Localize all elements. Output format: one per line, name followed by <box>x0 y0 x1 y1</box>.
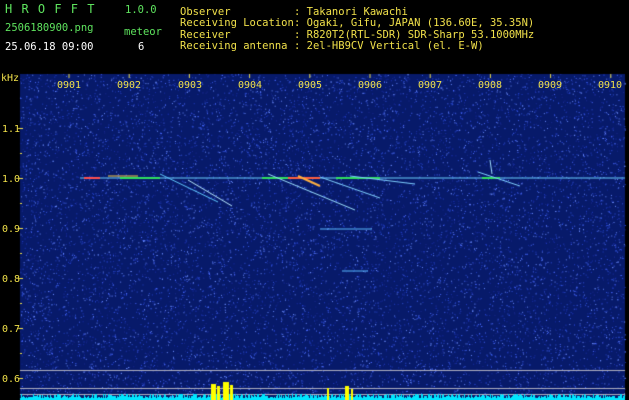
y-tick-label: 1.1 <box>2 124 21 135</box>
meteor-label: meteor <box>124 26 162 38</box>
y-tick-label: 0.9 <box>2 224 21 235</box>
x-tick-label: 0910 <box>598 80 623 91</box>
y-tick-label: 0.7 <box>2 324 21 335</box>
location-key: Receiving Location <box>180 17 294 29</box>
x-tick-label: 0904 <box>238 80 263 91</box>
date-time: 25.06.18 09:00 <box>5 41 94 53</box>
x-tick-label: 0906 <box>358 80 383 91</box>
antenna-value: : 2el-HB9CV Vertical (el. E-W) <box>294 40 484 52</box>
app-title: H R O F F T <box>5 2 96 16</box>
antenna-key: Receiving antenna <box>180 40 288 52</box>
x-tick-label: 0905 <box>298 80 323 91</box>
spectrogram-canvas <box>0 0 629 400</box>
y-tick-label: 0.8 <box>2 274 21 285</box>
y-tick-label: 1.0 <box>2 174 21 185</box>
meteor-count: 6 <box>138 41 145 53</box>
x-tick-label: 0903 <box>178 80 203 91</box>
x-tick-label: 0909 <box>538 80 563 91</box>
x-tick-label: 0902 <box>117 80 142 91</box>
y-tick-label: 0.6 <box>2 374 21 385</box>
x-tick-label: 0901 <box>57 80 82 91</box>
x-tick-label: 0907 <box>418 80 443 91</box>
hrofft-window: H R O F F T 1.0.0 2506180900.png meteor … <box>0 0 629 400</box>
app-version: 1.0.0 <box>125 4 157 16</box>
file-name: 2506180900.png <box>5 22 94 34</box>
y-axis-unit: kHz <box>1 73 20 84</box>
x-tick-label: 0908 <box>478 80 503 91</box>
location-value: : Ogaki, Gifu, JAPAN (136.60E, 35.35N) <box>294 17 535 29</box>
